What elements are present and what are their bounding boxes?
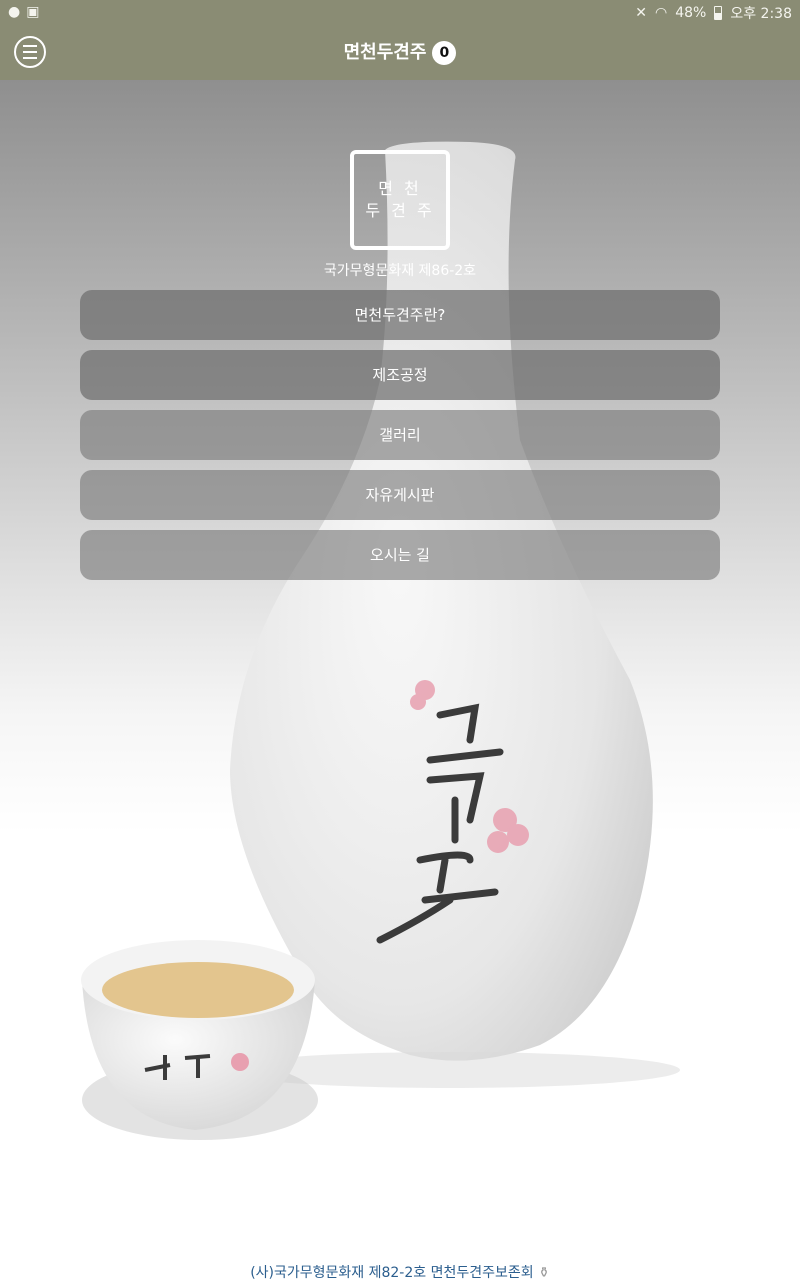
status-bar: ● ▣ ✕ ◠ 48% 오후 2:38 (0, 0, 800, 24)
status-time: 오후 2:38 (730, 6, 792, 22)
menu-item-directions[interactable]: 오시는 길 (80, 530, 720, 580)
wifi-icon: ◠ (655, 5, 668, 21)
status-left-icons: ● ▣ (8, 4, 39, 20)
app-notification-icon: ● (8, 4, 21, 20)
heritage-subtitle: 국가무형문화재 제86-2호 (323, 263, 477, 279)
bottle-icon: ⚱ (538, 1265, 550, 1280)
status-right: ✕ ◠ 48% 오후 2:38 (635, 3, 792, 23)
app-title-wrap: 면천두견주 0 (0, 38, 800, 65)
dugyeonju-bottle-image (81, 141, 680, 1140)
app-bar: 면천두견주 0 (0, 24, 800, 80)
menu-item-board[interactable]: 자유게시판 (80, 470, 720, 520)
hero-section: 면 천 두 견 주 국가무형문화재 제86-2호 면천두견주란? 제조공정 갤러… (0, 80, 800, 1240)
logo-line-2: 두 견 주 (365, 201, 435, 220)
battery-percent: 48% (675, 5, 707, 21)
logo-line-1: 면 천 (378, 179, 422, 198)
menu-item-about[interactable]: 면천두견주란? (80, 290, 720, 340)
main-menu: 면천두견주란? 제조공정 갤러리 자유게시판 오시는 길 (80, 290, 720, 590)
app-title: 면천두견주 (343, 42, 427, 63)
footer: (사)국가무형문화재 제82-2호 면천두견주보존회 ⚱ (0, 1262, 800, 1280)
cart-count-badge[interactable]: 0 (432, 41, 457, 65)
brand-logo[interactable]: 면 천 두 견 주 (350, 150, 450, 250)
gallery-notification-icon: ▣ (26, 4, 40, 20)
menu-item-process[interactable]: 제조공정 (80, 350, 720, 400)
mute-icon: ✕ (635, 5, 647, 21)
menu-item-gallery[interactable]: 갤러리 (80, 410, 720, 460)
footer-link[interactable]: (사)국가무형문화재 제82-2호 면천두견주보존회 (250, 1265, 533, 1280)
battery-icon (714, 6, 723, 20)
